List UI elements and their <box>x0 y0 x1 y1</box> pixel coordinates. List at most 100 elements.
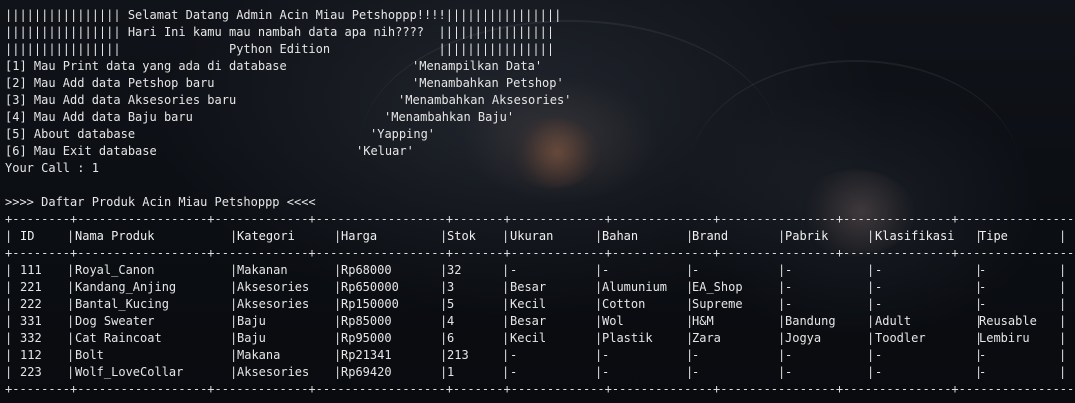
cell-tipe: - <box>979 297 987 311</box>
cell-brand: EA_Shop <box>692 280 743 294</box>
cell-ukuran: - <box>510 263 518 277</box>
cell-klasifikasi: - <box>875 365 883 379</box>
table-row: | | | | | | | | | | | | 112 Bolt Makana Rp21341 213- - - - -… <box>5 347 1075 364</box>
cell-tipe: Lembiru <box>979 331 1030 345</box>
cell-klasifikasi: Adult <box>875 314 912 328</box>
cell-nama-produk: Dog Sweater <box>75 314 155 328</box>
cell-pabrik: - <box>785 348 793 362</box>
table-pipe: | <box>5 314 13 328</box>
cell-harga: Rp95000 <box>341 331 392 345</box>
table-pipe: | <box>1059 314 1067 328</box>
cell-stok: 6 <box>447 331 455 345</box>
cell-ukuran: - <box>510 348 518 362</box>
cell-klasifikasi: - <box>875 348 883 362</box>
cell-brand: - <box>692 348 700 362</box>
menu-item-desc: 'Menambahkan Petshop' <box>412 76 564 90</box>
menu-item-label: [3] Mau Add data Aksesories baru <box>5 93 237 107</box>
table-pipe: | <box>5 263 13 277</box>
cell-harga: Rp68000 <box>341 263 392 277</box>
cell-ukuran: Besar <box>510 280 547 294</box>
table-row: | | | | | | | | | | | | 331 Dog Sweater Baju Rp85000 4 Be… <box>5 313 1075 330</box>
cell-bahan: Cotton <box>602 297 646 311</box>
table-pipe: | <box>502 365 510 379</box>
table-pipe: | <box>67 365 75 379</box>
cell-stok: 5 <box>447 297 455 311</box>
cell-harga: Rp85000 <box>341 314 392 328</box>
table-pipe: | <box>5 297 13 311</box>
prompt-line: Your Call : 1 <box>5 161 99 175</box>
menu-item-label: [4] Mau Add data Baju baru <box>5 110 193 124</box>
header-cell-stok: Stok <box>447 229 476 243</box>
menu-item-label: [2] Mau Add data Petshop baru <box>5 76 215 90</box>
cell-id: 222 <box>20 297 42 311</box>
product-table: +--------+------------------+-----------… <box>5 211 1075 398</box>
cell-brand: Supreme <box>692 297 743 311</box>
table-pipe: | <box>67 280 75 294</box>
table-pipe: | <box>1059 331 1067 345</box>
table-pipe: | <box>1059 280 1067 294</box>
cell-brand: - <box>692 365 700 379</box>
cell-bahan: - <box>602 348 610 362</box>
cell-pabrik: Jogya <box>785 331 822 345</box>
table-row: | | | | | | | | | | | | 221 Kandang_Anjing Aksesories R… <box>5 279 1075 296</box>
cell-nama-produk: Kandang_Anjing <box>75 280 177 294</box>
menu-item-label: [5] About database <box>5 127 136 141</box>
header-cell-ukuran: Ukuran <box>510 229 554 243</box>
table-pipe: | <box>502 331 510 345</box>
table-pipe: | <box>5 229 13 243</box>
menu-item-desc: 'Keluar' <box>356 144 414 158</box>
cell-stok: 32 <box>447 263 462 277</box>
table-pipe: | <box>5 280 13 294</box>
cell-bahan: - <box>602 263 610 277</box>
table-pipe: | <box>67 331 75 345</box>
table-header-row: | | | | | | | | | | | | ID Nama Produk Kategori Harga St… <box>5 228 1075 245</box>
cell-bahan: Alumunium <box>602 280 668 294</box>
table-row: | | | | | | | | | | | | 332 Cat Raincoat Baju Rp95000 6 K… <box>5 330 1075 347</box>
cell-klasifikasi: Toodler <box>875 331 926 345</box>
table-pipe: | <box>67 263 75 277</box>
cell-bahan: Wol <box>602 314 624 328</box>
cell-bahan: Plastik <box>602 331 653 345</box>
cell-nama-produk: Cat Raincoat <box>75 331 162 345</box>
cell-klasifikasi: - <box>875 280 883 294</box>
menu-item-desc: 'Menambahkan Baju' <box>384 110 515 124</box>
header-cell-id: ID <box>20 229 35 243</box>
cell-brand: - <box>692 263 700 277</box>
table-body: | | | | | | | | | | | | 111 Royal_Canon Makanan Rp68000… <box>5 262 1075 381</box>
cell-tipe: - <box>979 365 987 379</box>
cell-nama-produk: Royal_Canon <box>75 263 155 277</box>
table-pipe: | <box>867 331 875 345</box>
header-cell-harga: Harga <box>341 229 378 243</box>
table-row: | | | | | | | | | | | | 111 Royal_Canon Makanan Rp68000… <box>5 262 1075 279</box>
header-cell-pabrik: Pabrik <box>785 229 829 243</box>
header-cell-brand: Brand <box>692 229 729 243</box>
cell-id: 111 <box>20 263 42 277</box>
table-pipe: | <box>67 348 75 362</box>
cell-kategori: Baju <box>237 314 266 328</box>
cell-pabrik: Bandung <box>785 314 836 328</box>
cell-stok: 1 <box>447 365 455 379</box>
cell-kategori: Makana <box>237 348 281 362</box>
list-title: >>>> Daftar Produk Acin Miau Petshoppp <… <box>5 195 316 209</box>
table-pipe: | <box>5 348 13 362</box>
table-pipe: | <box>867 348 875 362</box>
cell-pabrik: - <box>785 263 793 277</box>
cell-kategori: Baju <box>237 331 266 345</box>
menu-item-label: [1] Mau Print data yang ada di database <box>5 59 287 73</box>
menu-item: [6] Mau Exit database 'Keluar' <box>5 143 1075 160</box>
table-pipe: | <box>1059 297 1067 311</box>
header-cell-kategori: Kategori <box>237 229 295 243</box>
cell-stok: 4 <box>447 314 455 328</box>
table-pipe: | <box>867 297 875 311</box>
menu-item-label: [6] Mau Exit database <box>5 144 157 158</box>
cell-pabrik: - <box>785 365 793 379</box>
table-pipe: | <box>502 314 510 328</box>
cell-pabrik: - <box>785 280 793 294</box>
menu-item: [2] Mau Add data Petshop baru 'Menambahk… <box>5 75 1075 92</box>
cell-ukuran: Besar <box>510 314 547 328</box>
table-pipe: | <box>1059 365 1067 379</box>
cell-harga: Rp650000 <box>341 280 399 294</box>
cell-tipe: - <box>979 348 987 362</box>
table-pipe: | <box>502 348 510 362</box>
